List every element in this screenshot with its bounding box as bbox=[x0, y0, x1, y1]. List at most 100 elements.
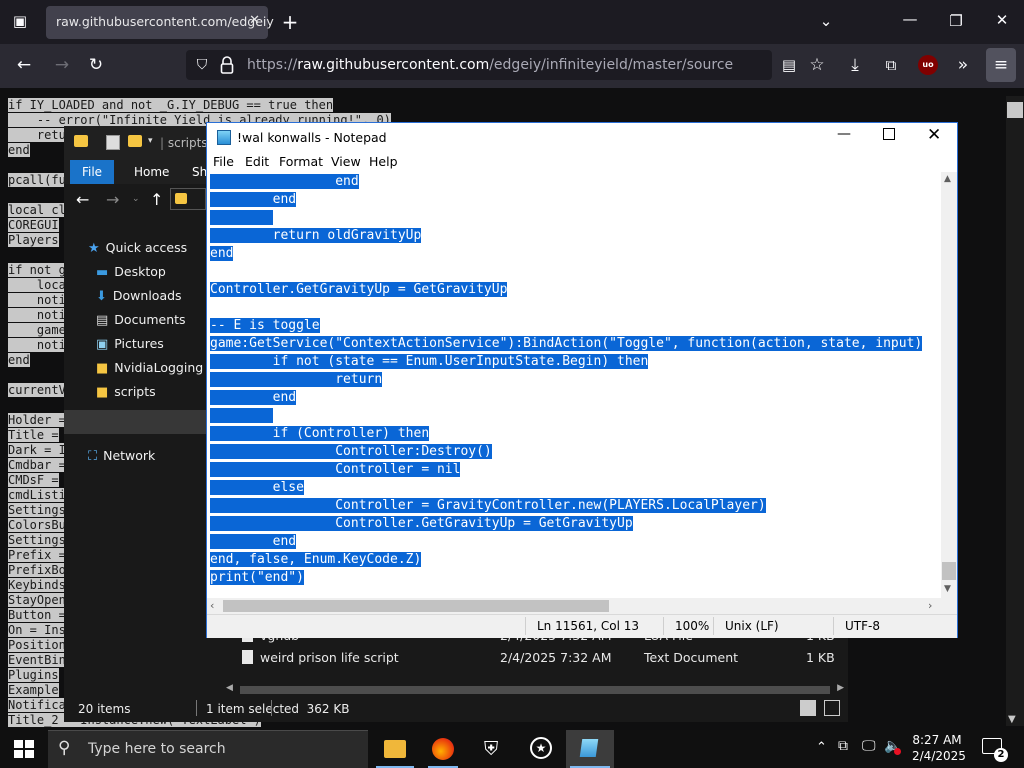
details-view-icon[interactable] bbox=[800, 700, 816, 716]
status-divider bbox=[713, 617, 714, 635]
notepad-line: end bbox=[210, 245, 922, 263]
nav-item[interactable]: ▬ Desktop bbox=[96, 264, 166, 280]
scroll-up-icon[interactable]: ▲ bbox=[944, 174, 951, 184]
nav-item-label: Pictures bbox=[114, 336, 164, 351]
menu-help[interactable]: Help bbox=[369, 154, 398, 169]
menu-file[interactable]: File bbox=[213, 154, 234, 169]
notepad-line: end bbox=[210, 389, 922, 407]
page-scrollbar-thumb[interactable] bbox=[1007, 102, 1023, 118]
notepad-line-text: print("end") bbox=[210, 570, 304, 585]
notepad-line: Controller.GetGravityUp = GetGravityUp bbox=[210, 515, 922, 533]
notepad-hscrollbar[interactable]: ‹ › bbox=[207, 598, 941, 614]
source-line-text: Plugins bbox=[8, 668, 59, 682]
source-line-text: PrefixBo bbox=[8, 563, 66, 577]
file-explorer-taskbar-icon[interactable] bbox=[384, 740, 406, 758]
overflow-chevron-icon[interactable]: » bbox=[952, 50, 974, 80]
firefox-taskbar-icon[interactable] bbox=[432, 738, 454, 760]
menu-hamburger-icon[interactable]: ≡ bbox=[986, 48, 1016, 82]
notepad-line-text: Controller.GetGravityUp = GetGravityUp bbox=[210, 516, 633, 531]
scroll-right-icon[interactable]: › bbox=[928, 599, 932, 612]
page-scrollbar[interactable] bbox=[1006, 96, 1024, 726]
up-level-icon[interactable]: ↑ bbox=[150, 190, 163, 209]
notepad-hscroll-thumb[interactable] bbox=[223, 600, 609, 612]
notepad-line bbox=[210, 407, 922, 425]
source-line-text: Notifica bbox=[8, 698, 66, 712]
forward-icon[interactable]: → bbox=[50, 50, 74, 80]
restore-icon[interactable]: ❐ bbox=[946, 12, 966, 30]
lock-icon[interactable] bbox=[220, 56, 234, 74]
quick-access-dropdown-icon[interactable]: ▾ bbox=[148, 136, 153, 146]
notepad-titlebar: !wal konwalls - Notepad — ✕ bbox=[207, 123, 957, 152]
download-icon[interactable]: ⤓ bbox=[844, 50, 866, 80]
nav-item[interactable]: ▤ Documents bbox=[96, 312, 186, 328]
ribbon-tab-share[interactable]: Sh bbox=[192, 165, 207, 179]
reader-view-icon[interactable]: ▤ bbox=[778, 50, 800, 80]
taskbar-search-box[interactable]: ⚲ Type here to search bbox=[48, 730, 368, 768]
security-shield-icon[interactable]: ⛨ bbox=[484, 738, 498, 760]
bookmark-star-icon[interactable]: ☆ bbox=[806, 50, 828, 80]
tab-list-icon[interactable]: ▣ bbox=[10, 12, 30, 30]
nav-item[interactable]: ■ NvidiaLogging bbox=[96, 360, 203, 376]
reload-icon[interactable]: ↻ bbox=[84, 50, 108, 80]
file-name: weird prison life script bbox=[260, 650, 399, 665]
star-app-icon[interactable]: ★ bbox=[530, 737, 552, 759]
explorer-address-bar[interactable] bbox=[170, 188, 206, 210]
text-file-icon bbox=[242, 650, 253, 664]
scroll-down-arrow-icon[interactable]: ▼ bbox=[1008, 714, 1016, 725]
back-icon[interactable]: ← bbox=[12, 50, 36, 80]
nav-item-label: scripts bbox=[114, 384, 156, 399]
large-icons-view-icon[interactable] bbox=[824, 700, 840, 716]
browser-tab-active[interactable]: raw.githubusercontent.com/edgeiy ✕ bbox=[46, 6, 274, 39]
tray-app-icon[interactable]: ⧉ bbox=[838, 738, 848, 754]
notepad-vscroll-thumb[interactable] bbox=[942, 562, 956, 580]
show-hidden-icons-icon[interactable]: ⌃ bbox=[816, 740, 827, 755]
folder-icon bbox=[175, 193, 187, 204]
windows-start-icon[interactable] bbox=[14, 740, 34, 758]
explorer-back-icon[interactable]: ← bbox=[76, 190, 89, 209]
explorer-hscrollbar[interactable]: ◀ ▶ bbox=[222, 682, 848, 698]
notepad-taskbar-active[interactable] bbox=[566, 730, 614, 768]
minimize-icon[interactable]: — bbox=[900, 10, 920, 28]
notepad-line: end bbox=[210, 533, 922, 551]
scroll-right-icon[interactable]: ▶ bbox=[837, 683, 844, 693]
notepad-line: end bbox=[210, 191, 922, 209]
notepad-close-icon[interactable]: ✕ bbox=[927, 125, 941, 145]
menu-format[interactable]: Format bbox=[279, 154, 323, 169]
notepad-line-text: end, false, Enum.KeyCode.Z) bbox=[210, 552, 422, 567]
search-icon: ⚲ bbox=[58, 738, 71, 758]
notepad-minimize-icon[interactable]: — bbox=[837, 126, 851, 142]
source-line-text: if IY_LOADED and not _G.IY_DEBUG == true… bbox=[8, 98, 334, 112]
scroll-left-icon[interactable]: ‹ bbox=[210, 599, 214, 612]
new-tab-button[interactable]: + bbox=[280, 10, 300, 34]
extensions-icon[interactable]: ⧉ bbox=[880, 50, 902, 80]
taskbar-clock[interactable]: 8:27 AM 2/4/2025 bbox=[912, 732, 966, 764]
notepad-text-area[interactable]: end end return oldGravityUp end Controlle… bbox=[207, 172, 941, 598]
explorer-hscroll-thumb[interactable] bbox=[240, 686, 830, 694]
ribbon-tab-file[interactable]: File bbox=[70, 160, 114, 184]
properties-icon[interactable] bbox=[106, 135, 120, 150]
explorer-forward-icon[interactable]: → bbox=[106, 190, 119, 209]
close-tab-icon[interactable]: ✕ bbox=[249, 13, 260, 28]
notepad-maximize-icon[interactable] bbox=[883, 128, 895, 140]
shield-icon[interactable]: ⛉ bbox=[192, 50, 212, 80]
menu-view[interactable]: View bbox=[331, 154, 361, 169]
nav-item-label: Quick access bbox=[105, 240, 188, 255]
nav-item[interactable]: ⬇ Downloads bbox=[96, 288, 182, 304]
scroll-left-icon[interactable]: ◀ bbox=[226, 683, 233, 693]
menu-edit[interactable]: Edit bbox=[245, 154, 269, 169]
scroll-down-icon[interactable]: ▼ bbox=[944, 584, 951, 594]
new-folder-icon[interactable] bbox=[128, 135, 142, 147]
explorer-window-title: scripts bbox=[167, 136, 208, 150]
nav-item[interactable]: ▣ Pictures bbox=[96, 336, 164, 352]
ublock-icon[interactable]: uo bbox=[918, 55, 938, 75]
recent-locations-icon[interactable]: ⌄ bbox=[132, 194, 140, 204]
ribbon-tab-home[interactable]: Home bbox=[134, 165, 169, 179]
nav-item[interactable]: ■ scripts bbox=[96, 384, 156, 400]
file-row[interactable]: weird prison life script 2/4/2025 7:32 AM… bbox=[240, 648, 840, 670]
nav-item[interactable]: ★ Quick access bbox=[88, 240, 187, 256]
close-window-icon[interactable]: ✕ bbox=[992, 11, 1012, 29]
network-tray-icon[interactable]: 🖵 bbox=[862, 738, 876, 754]
chevron-down-icon[interactable]: ⌄ bbox=[816, 12, 836, 30]
nav-item[interactable]: ⛶ Network bbox=[88, 448, 155, 464]
notepad-vscrollbar[interactable]: ▲ ▼ bbox=[941, 172, 957, 598]
